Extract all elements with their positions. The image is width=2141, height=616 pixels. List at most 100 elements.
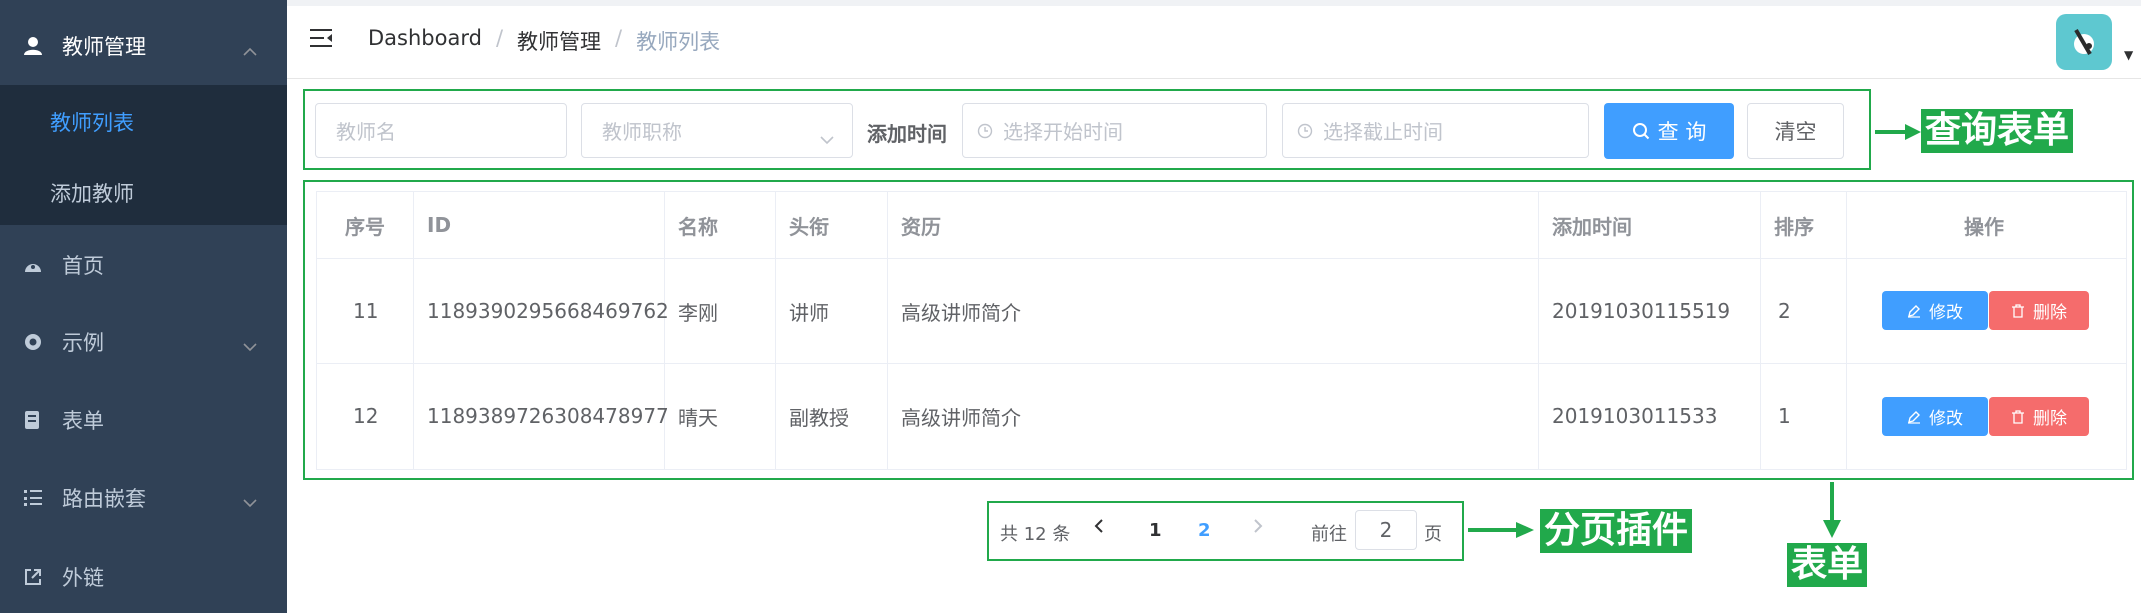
row2-id: 1189389726308478977 [427,404,669,428]
header-id: ID [427,213,452,237]
prev-page-icon[interactable] [1094,518,1104,539]
menu-nested-routes[interactable]: 路由嵌套 [0,459,287,537]
chevron-down-icon [820,126,834,150]
annotation-query-form: 查询表单 [1921,109,2074,153]
hamburger-icon[interactable] [310,28,334,52]
chevron-down-icon [243,333,257,357]
menu-external-link[interactable]: 外链 [0,538,287,616]
goto-page-value: 2 [1379,518,1393,542]
header-title: 头衔 [789,214,829,239]
breadcrumb-teacher-management[interactable]: 教师管理 [517,26,601,56]
header-actions: 操作 [1964,214,2004,239]
column-divider [1846,191,1847,470]
header-add-time: 添加时间 [1552,214,1632,239]
breadcrumb-dashboard[interactable]: Dashboard [368,26,482,56]
header-sort: 排序 [1774,214,1814,239]
column-divider [1538,191,1539,470]
chevron-down-icon [243,489,257,513]
edit-icon [1907,304,1921,318]
row1-title: 讲师 [789,300,829,325]
sidebar-item-teacher-list[interactable]: 教师列表 [50,107,134,137]
column-divider [1760,191,1761,470]
row2-intro: 高级讲师简介 [901,405,1021,430]
start-time-picker[interactable]: 选择开始时间 [962,103,1267,158]
external-link-icon [18,568,48,586]
menu-home[interactable]: 首页 [0,226,287,304]
clear-button-label: 清空 [1774,120,1817,144]
breadcrumb-separator: / [615,26,623,50]
breadcrumb: Dashboard / 教师管理 / 教师列表 [368,26,720,56]
row2-delete-button[interactable]: 删除 [1989,397,2089,436]
row1-index: 11 [353,299,379,323]
arrow-down-icon [1823,482,1841,538]
arrow-right-icon [1875,124,1921,140]
submenu-background [0,85,287,225]
lifebuoy-icon [18,332,48,352]
start-time-placeholder: 选择开始时间 [1003,120,1123,144]
edit-icon [1907,410,1921,424]
menu-form-label: 表单 [62,409,104,433]
menu-form[interactable]: 表单 [0,381,287,459]
row1-id: 1189390295668469762 [427,299,669,323]
header-index: 序号 [345,214,385,239]
menu-teacher-management[interactable]: 教师管理 [0,7,287,85]
teacher-title-placeholder: 教师职称 [602,120,682,144]
row2-title: 副教授 [789,405,849,430]
dashboard-icon [18,256,48,274]
row1-delete-button[interactable]: 删除 [1989,291,2089,330]
row2-index: 12 [353,404,379,428]
menu-home-label: 首页 [62,254,104,278]
next-page-icon[interactable] [1253,518,1263,539]
menu-teacher-label: 教师管理 [62,35,146,59]
annotation-table: 表单 [1787,543,1868,587]
row2-sort: 1 [1778,404,1791,428]
edit-label: 修改 [1929,303,1963,323]
goto-prefix: 前往 [1311,524,1347,545]
trash-icon [2011,303,2025,318]
clock-icon [1297,123,1313,139]
search-icon [1632,122,1650,140]
page-2[interactable]: 2 [1198,520,1211,541]
search-button[interactable]: 查 询 [1604,103,1734,159]
pagination-total: 共 12 条 [1000,524,1071,545]
user-icon [18,36,48,56]
sidebar-item-add-teacher[interactable]: 添加教师 [50,178,134,208]
top-strip [287,0,2141,6]
teacher-name-placeholder: 教师名 [336,120,396,144]
column-divider [775,191,776,470]
row1-name: 李刚 [678,300,718,325]
clear-button[interactable]: 清空 [1747,103,1844,159]
menu-example-label: 示例 [62,331,104,355]
breadcrumb-separator: / [495,26,504,50]
list-icon [18,489,48,507]
arrow-right-icon [1468,522,1534,538]
menu-link-label: 外链 [62,566,104,590]
row1-sort: 2 [1778,299,1791,323]
teacher-name-input[interactable]: 教师名 [315,103,567,158]
end-time-placeholder: 选择截止时间 [1323,120,1443,144]
add-time-label: 添加时间 [867,122,947,146]
breadcrumb-teacher-list: 教师列表 [636,30,721,54]
form-icon [18,410,48,430]
header-intro: 资历 [901,214,941,239]
edit-label: 修改 [1929,409,1963,429]
row2-edit-button[interactable]: 修改 [1882,397,1988,436]
column-divider [413,191,414,470]
row2-name: 晴天 [678,405,718,430]
clock-icon [977,123,993,139]
header-name: 名称 [678,214,718,239]
end-time-picker[interactable]: 选择截止时间 [1282,103,1589,158]
caret-down-icon[interactable]: ▼ [2124,48,2133,62]
avatar[interactable] [2056,14,2112,70]
goto-page-input[interactable]: 2 [1355,510,1417,550]
menu-nested-label: 路由嵌套 [62,487,146,511]
row1-time: 20191030115519 [1552,299,1731,323]
annotation-pagination: 分页插件 [1540,509,1693,553]
page-1[interactable]: 1 [1149,520,1162,541]
row1-edit-button[interactable]: 修改 [1882,291,1988,330]
teacher-title-select[interactable]: 教师职称 [581,103,853,158]
row1-intro: 高级讲师简介 [901,300,1021,325]
row2-time: 2019103011533 [1552,404,1718,428]
goto-suffix: 页 [1424,524,1442,545]
menu-example[interactable]: 示例 [0,303,287,381]
